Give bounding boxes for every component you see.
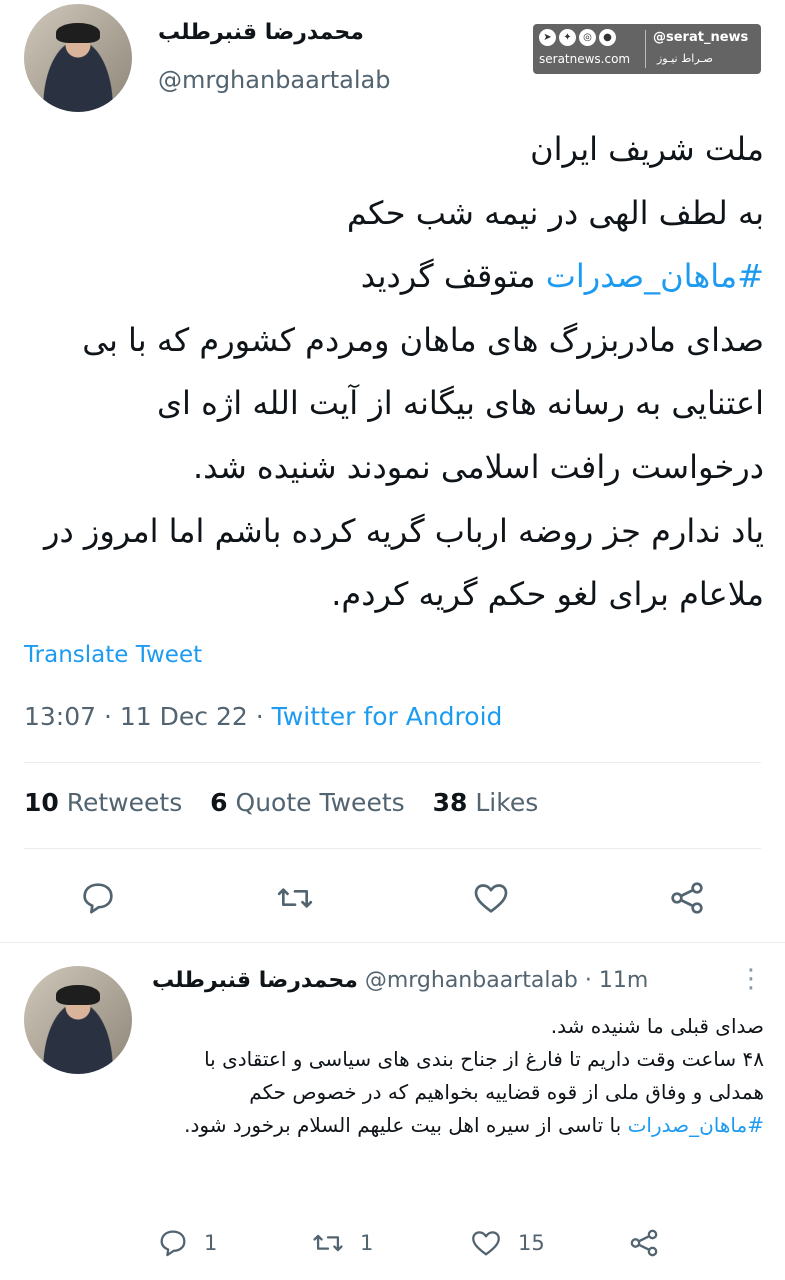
quotes-count: 6 bbox=[210, 788, 228, 817]
reply-action-reply[interactable]: 1 bbox=[156, 1226, 217, 1260]
instagram-icon: ◎ bbox=[579, 29, 596, 46]
tweet-stats: 10 Retweets 6 Quote Tweets 38 Likes bbox=[24, 788, 538, 817]
reply-tweet-text: صدای قبلی ما شنیده شد. ۴۸ ساعت وقت داریم… bbox=[152, 1010, 764, 1142]
tweet-date[interactable]: 11 Dec 22 bbox=[120, 702, 248, 731]
tweet-timestamp: 13:07 · 11 Dec 22 · Twitter for Android bbox=[24, 702, 502, 731]
divider bbox=[24, 762, 761, 763]
timestamp-separator: · bbox=[104, 702, 112, 731]
tweet-time: 13:07 bbox=[24, 702, 97, 731]
author-avatar[interactable] bbox=[24, 4, 132, 112]
watermark-handle: @serat_news bbox=[653, 30, 749, 45]
likes-label: Likes bbox=[475, 788, 539, 817]
reply-icon bbox=[156, 1226, 190, 1260]
likes-count: 38 bbox=[432, 788, 468, 817]
watermark-site: seratnews.com bbox=[539, 52, 631, 66]
tweet-source[interactable]: Twitter for Android bbox=[272, 702, 503, 731]
like-icon bbox=[468, 1226, 504, 1260]
author-handle[interactable]: @mrghanbaartalab bbox=[158, 66, 390, 94]
timestamp-separator-2: · bbox=[255, 702, 264, 731]
like-count: 15 bbox=[518, 1231, 545, 1255]
tweet-text-part-2: متوقف گردید صدای مادربزرگ های ماهان ومرد… bbox=[44, 257, 764, 614]
section-divider bbox=[0, 942, 785, 943]
share-icon bbox=[626, 1226, 662, 1260]
reply-action-like[interactable]: 15 bbox=[468, 1226, 545, 1260]
reply-text-part-1: صدای قبلی ما شنیده شد. ۴۸ ساعت وقت داریم… bbox=[204, 1014, 764, 1104]
reply-author-avatar[interactable] bbox=[24, 966, 132, 1074]
reply-author-handle[interactable]: @mrghanbaartalab bbox=[365, 968, 578, 993]
retweets-label: Retweets bbox=[66, 788, 183, 817]
translate-tweet-link[interactable]: Translate Tweet bbox=[24, 642, 202, 668]
more-options-icon[interactable]: ⋮ bbox=[738, 964, 764, 994]
reply-author-name[interactable]: محمدرضا قنبرطلب bbox=[152, 968, 358, 993]
share-icon[interactable] bbox=[666, 878, 708, 918]
quotes-label: Quote Tweets bbox=[235, 788, 405, 817]
reply-text-part-2: با تاسی از سیره اهل بیت علیهم السلام برخ… bbox=[184, 1113, 628, 1137]
tweet-hashtag[interactable]: #ماهان_صدرات bbox=[546, 257, 764, 295]
retweet-icon[interactable] bbox=[274, 878, 316, 918]
quotes-stat[interactable]: 6 Quote Tweets bbox=[210, 788, 404, 817]
reply-header: محمدرضا قنبرطلب @mrghanbaartalab · 11m bbox=[152, 968, 648, 993]
reply-separator: · bbox=[584, 968, 592, 993]
serat-news-watermark: ➤ ✦ ◎ ● @serat_news seratnews.com صـراط … bbox=[533, 24, 761, 74]
reply-hashtag[interactable]: #ماهان_صدرات bbox=[628, 1113, 764, 1137]
retweet-icon bbox=[310, 1226, 346, 1260]
likes-stat[interactable]: 38 Likes bbox=[433, 788, 539, 817]
watermark-brand: صـراط نیـوز bbox=[657, 52, 713, 65]
tweet-text: ملت شریف ایران به لطف الهی در نیمه شب حک… bbox=[22, 118, 764, 627]
retweets-stat[interactable]: 10 Retweets bbox=[24, 788, 182, 817]
retweet-count: 1 bbox=[360, 1231, 374, 1255]
telegram-icon: ➤ bbox=[539, 29, 556, 46]
reply-time[interactable]: 11m bbox=[599, 968, 648, 993]
reply-icon[interactable] bbox=[78, 878, 118, 918]
reply-action-share[interactable] bbox=[626, 1226, 662, 1260]
tweet-text-part-1: ملت شریف ایران به لطف الهی در نیمه شب حک… bbox=[346, 130, 764, 232]
author-name[interactable]: محمدرضا قنبرطلب bbox=[158, 20, 364, 45]
aparat-icon: ● bbox=[599, 29, 616, 46]
reply-count: 1 bbox=[204, 1231, 218, 1255]
like-icon[interactable] bbox=[470, 878, 512, 918]
reply-action-retweet[interactable]: 1 bbox=[310, 1226, 373, 1260]
twitter-icon: ✦ bbox=[559, 29, 576, 46]
divider bbox=[24, 848, 761, 849]
retweets-count: 10 bbox=[24, 788, 59, 817]
